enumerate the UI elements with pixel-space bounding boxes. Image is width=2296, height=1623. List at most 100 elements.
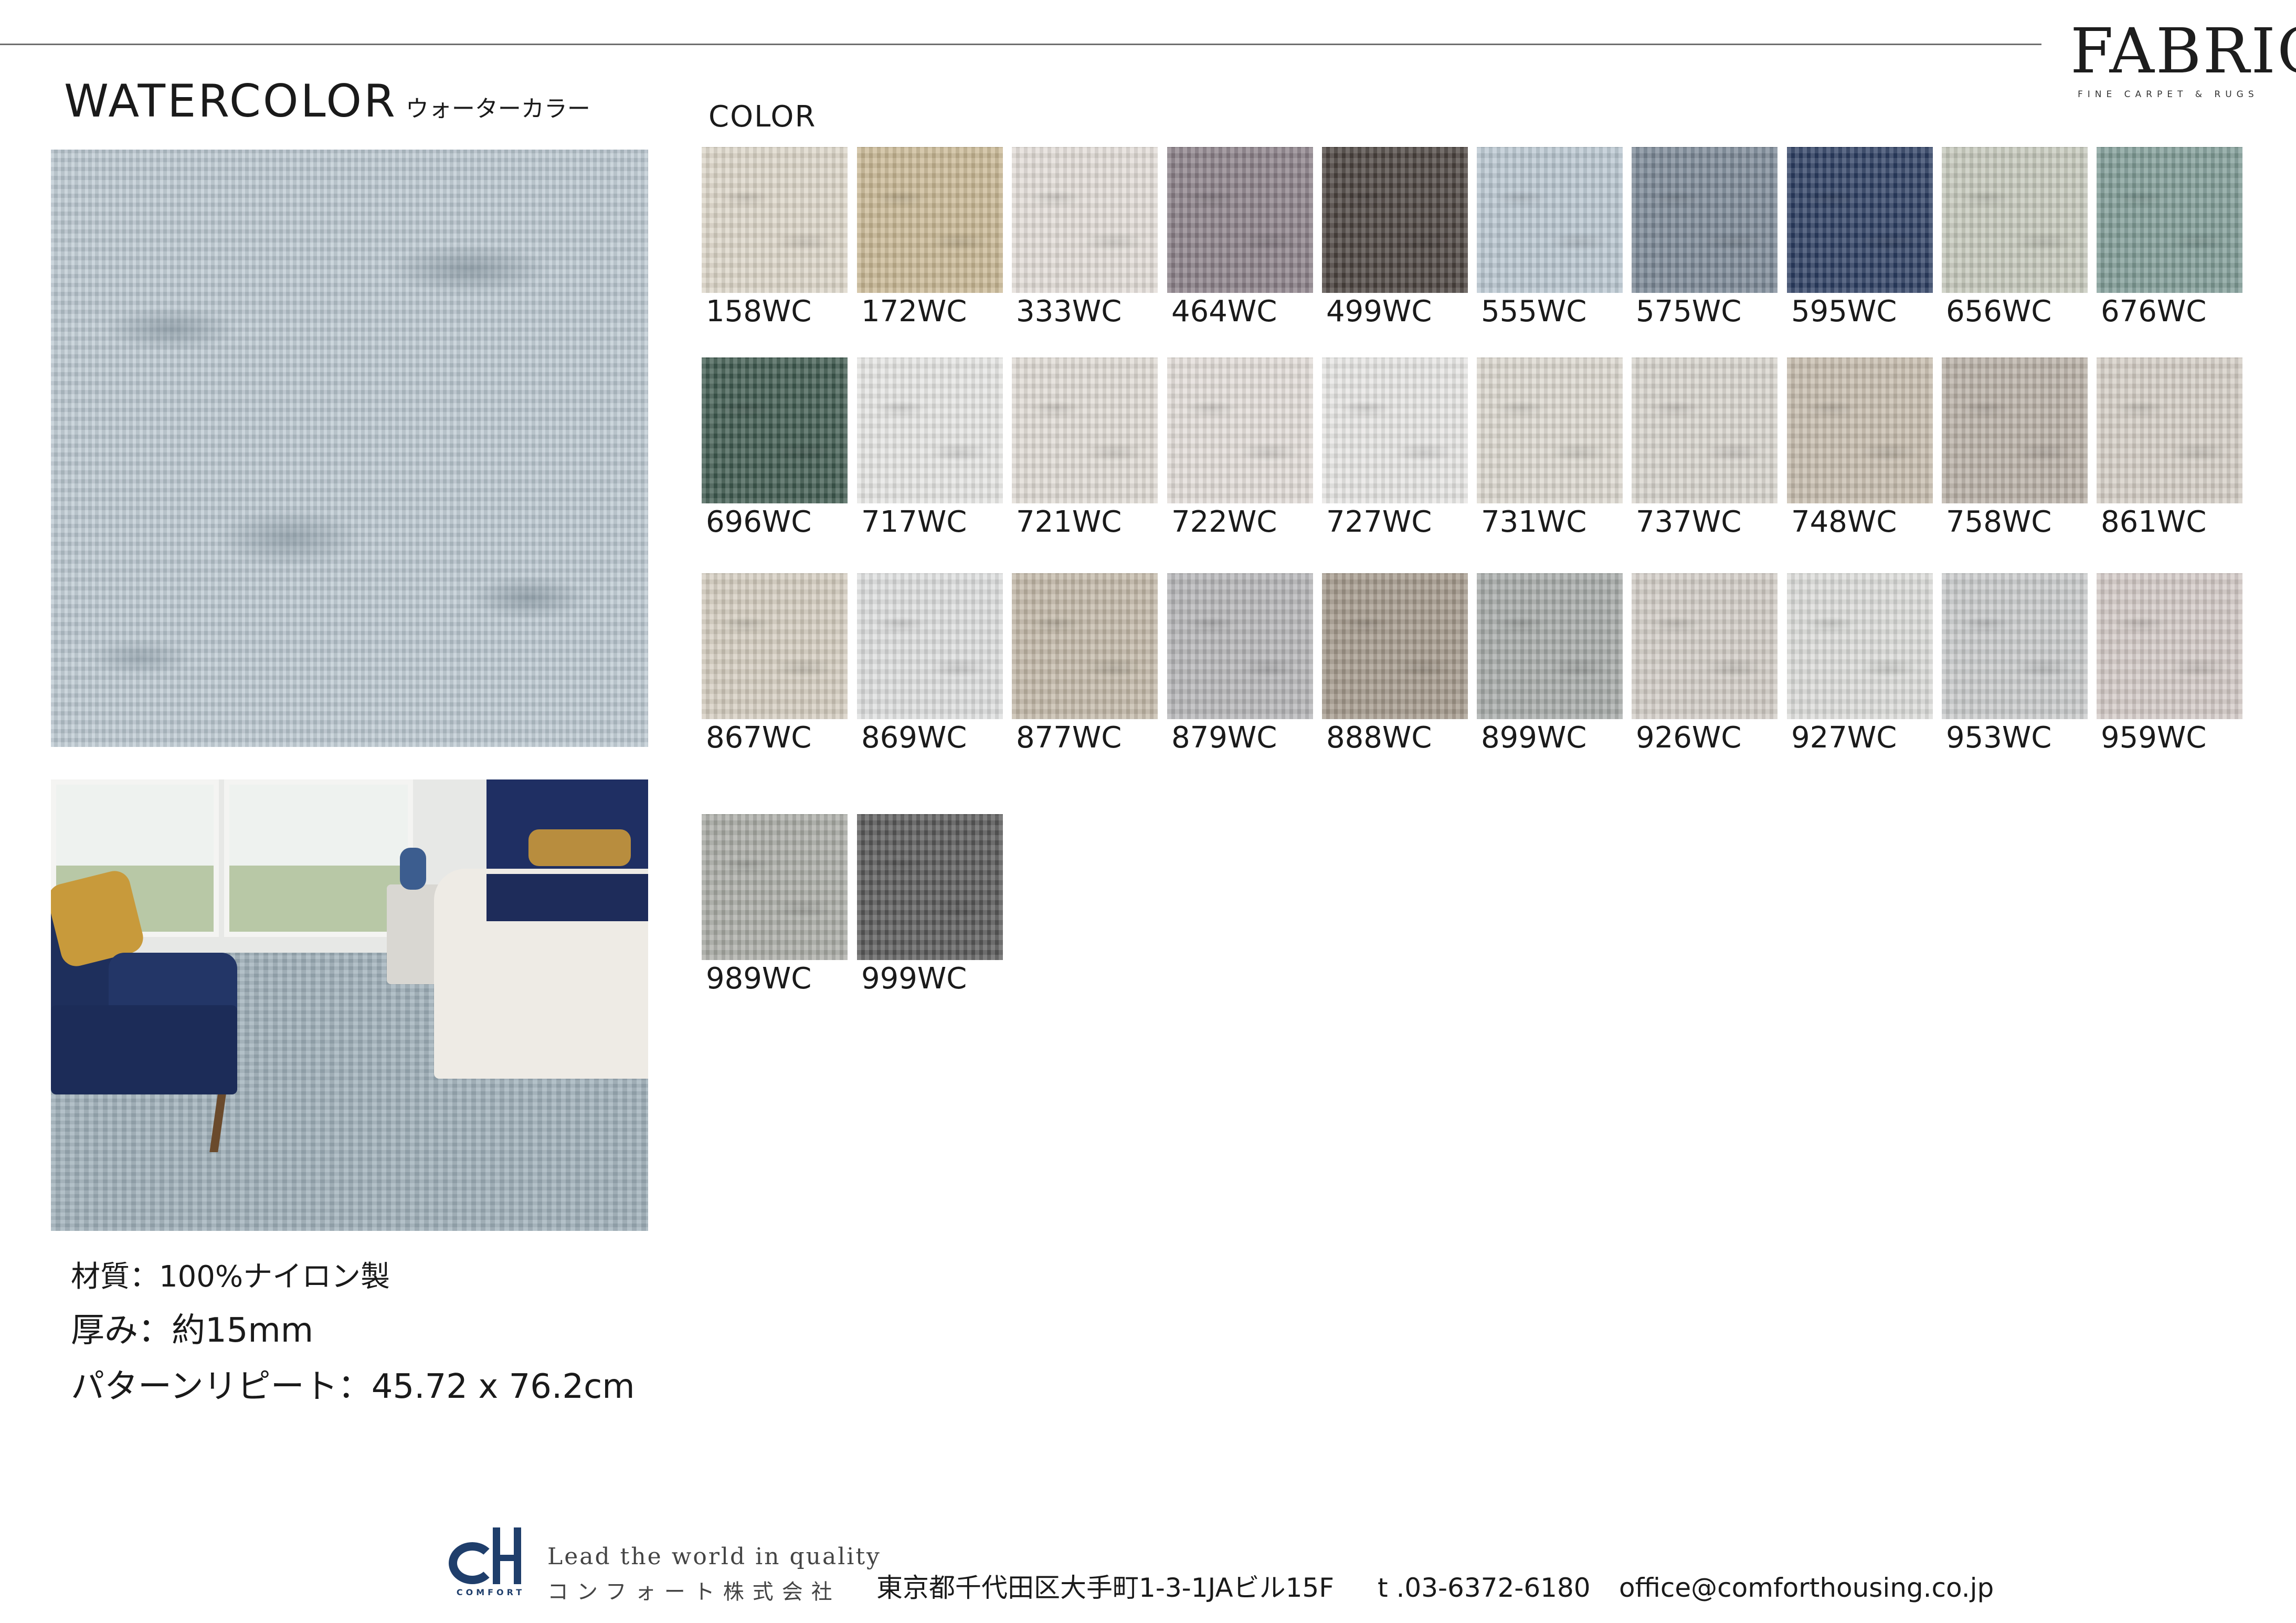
fabrica-logo: FABRICA FINE CARPET & RUGS <box>2070 15 2296 104</box>
color-swatch-code: 464WC <box>1171 294 1277 329</box>
color-swatch-code: 721WC <box>1016 505 1122 539</box>
color-swatch-chip <box>702 147 848 293</box>
color-swatch: 877WC <box>1012 573 1158 753</box>
color-swatch-chip <box>1167 573 1313 719</box>
color-swatch-code: 869WC <box>861 721 967 755</box>
color-swatch-chip <box>2097 147 2242 293</box>
color-swatch-code: 999WC <box>861 962 967 996</box>
color-swatch: 722WC <box>1167 357 1313 537</box>
color-swatch-code: 172WC <box>861 294 967 329</box>
color-swatch: 721WC <box>1012 357 1158 537</box>
color-swatch: 899WC <box>1477 573 1623 753</box>
bed-pillow <box>528 829 631 866</box>
footer-phone: t .03-6372-6180 <box>1378 1573 1591 1603</box>
color-swatch-code: 158WC <box>706 294 812 329</box>
color-swatch: 727WC <box>1322 357 1468 537</box>
color-swatch: 861WC <box>2097 357 2242 537</box>
spec-material: 材質：100%ナイロン製 <box>71 1260 390 1294</box>
color-swatch: 888WC <box>1322 573 1468 753</box>
color-swatch: 172WC <box>857 147 1003 326</box>
color-swatch-chip <box>1942 573 2088 719</box>
color-swatch-code: 879WC <box>1171 721 1277 755</box>
color-swatch-chip <box>1322 357 1468 503</box>
color-swatch-code: 676WC <box>2101 294 2207 329</box>
color-swatch-chip <box>702 357 848 503</box>
color-swatch: 731WC <box>1477 357 1623 537</box>
color-swatch-code: 722WC <box>1171 505 1277 539</box>
color-swatch: 869WC <box>857 573 1003 753</box>
color-swatch-chip <box>857 573 1003 719</box>
main-carpet-swatch-image <box>51 150 648 747</box>
color-swatch-code: 696WC <box>706 505 812 539</box>
footer-address: 東京都千代田区大手町1-3-1JAビル15F <box>876 1573 1334 1603</box>
color-swatch: 555WC <box>1477 147 1623 326</box>
color-swatch-code: 953WC <box>1946 721 2052 755</box>
color-swatch-chip <box>857 357 1003 503</box>
color-swatch-code: 656WC <box>1946 294 2052 329</box>
color-swatch-chip <box>1787 357 1933 503</box>
color-swatch: 737WC <box>1632 357 1777 537</box>
spec-pattern-repeat: パターンリピート：45.72 x 76.2cm <box>71 1367 635 1406</box>
color-swatch-code: 927WC <box>1791 721 1897 755</box>
color-swatch-code: 731WC <box>1481 505 1587 539</box>
product-title: WATERCOLOR ウォーターカラー <box>64 79 590 124</box>
color-swatch-chip <box>702 573 848 719</box>
color-swatch-code: 333WC <box>1016 294 1122 329</box>
color-swatch-chip <box>1787 147 1933 293</box>
comfort-logo-word: COMFORT <box>456 1587 525 1597</box>
logo-wordmark: FABRICA <box>2070 15 2296 87</box>
color-swatch: 989WC <box>702 814 848 994</box>
color-section-title: COLOR <box>708 100 817 134</box>
color-swatch-chip <box>1167 147 1313 293</box>
spec-thickness: 厚み：約15mm <box>71 1311 314 1350</box>
color-swatch: 748WC <box>1787 357 1933 537</box>
color-swatch-chip <box>1167 357 1313 503</box>
color-swatch-code: 727WC <box>1326 505 1432 539</box>
color-swatch: 959WC <box>2097 573 2242 753</box>
color-swatch: 953WC <box>1942 573 2088 753</box>
color-swatch: 879WC <box>1167 573 1313 753</box>
footer-email: office@comforthousing.co.jp <box>1619 1573 1994 1603</box>
color-swatch-code: 737WC <box>1636 505 1742 539</box>
color-swatch-code: 758WC <box>1946 505 2052 539</box>
color-swatch-code: 555WC <box>1481 294 1587 329</box>
color-swatch: 926WC <box>1632 573 1777 753</box>
color-swatch: 464WC <box>1167 147 1313 326</box>
color-swatch: 927WC <box>1787 573 1933 753</box>
color-swatch: 758WC <box>1942 357 2088 537</box>
color-swatch: 999WC <box>857 814 1003 994</box>
color-swatch-code: 861WC <box>2101 505 2207 539</box>
color-swatch-code: 989WC <box>706 962 812 996</box>
color-swatch-chip <box>857 814 1003 960</box>
color-swatch-chip <box>2097 357 2242 503</box>
color-swatch-code: 499WC <box>1326 294 1432 329</box>
color-swatch-chip <box>1632 357 1777 503</box>
color-swatch-code: 595WC <box>1791 294 1897 329</box>
comfort-logo: COMFORT <box>449 1527 533 1601</box>
armchair-seat <box>51 1005 237 1094</box>
color-swatch-code: 888WC <box>1326 721 1432 755</box>
color-swatch-chip <box>857 147 1003 293</box>
header-divider <box>0 44 2041 45</box>
color-swatch: 676WC <box>2097 147 2242 326</box>
color-swatch-chip <box>1632 573 1777 719</box>
color-swatch: 499WC <box>1322 147 1468 326</box>
color-swatch-chip <box>1787 573 1933 719</box>
logo-subtext: FINE CARPET & RUGS <box>2078 89 2259 100</box>
color-swatch-chip <box>1012 357 1158 503</box>
footer-tagline: Lead the world in quality <box>547 1543 881 1570</box>
color-swatch-chip <box>1477 357 1623 503</box>
color-swatch-chip <box>702 814 848 960</box>
color-swatch: 575WC <box>1632 147 1777 326</box>
product-name-katakana: ウォーターカラー <box>405 96 590 122</box>
color-swatch: 867WC <box>702 573 848 753</box>
color-swatch-chip <box>2097 573 2242 719</box>
color-swatch-chip <box>1942 147 2088 293</box>
color-swatch: 717WC <box>857 357 1003 537</box>
color-swatch-code: 959WC <box>2101 721 2207 755</box>
color-swatch-code: 748WC <box>1791 505 1897 539</box>
color-swatch: 656WC <box>1942 147 2088 326</box>
color-swatch-chip <box>1477 147 1623 293</box>
color-swatch-code: 867WC <box>706 721 812 755</box>
color-swatch: 333WC <box>1012 147 1158 326</box>
